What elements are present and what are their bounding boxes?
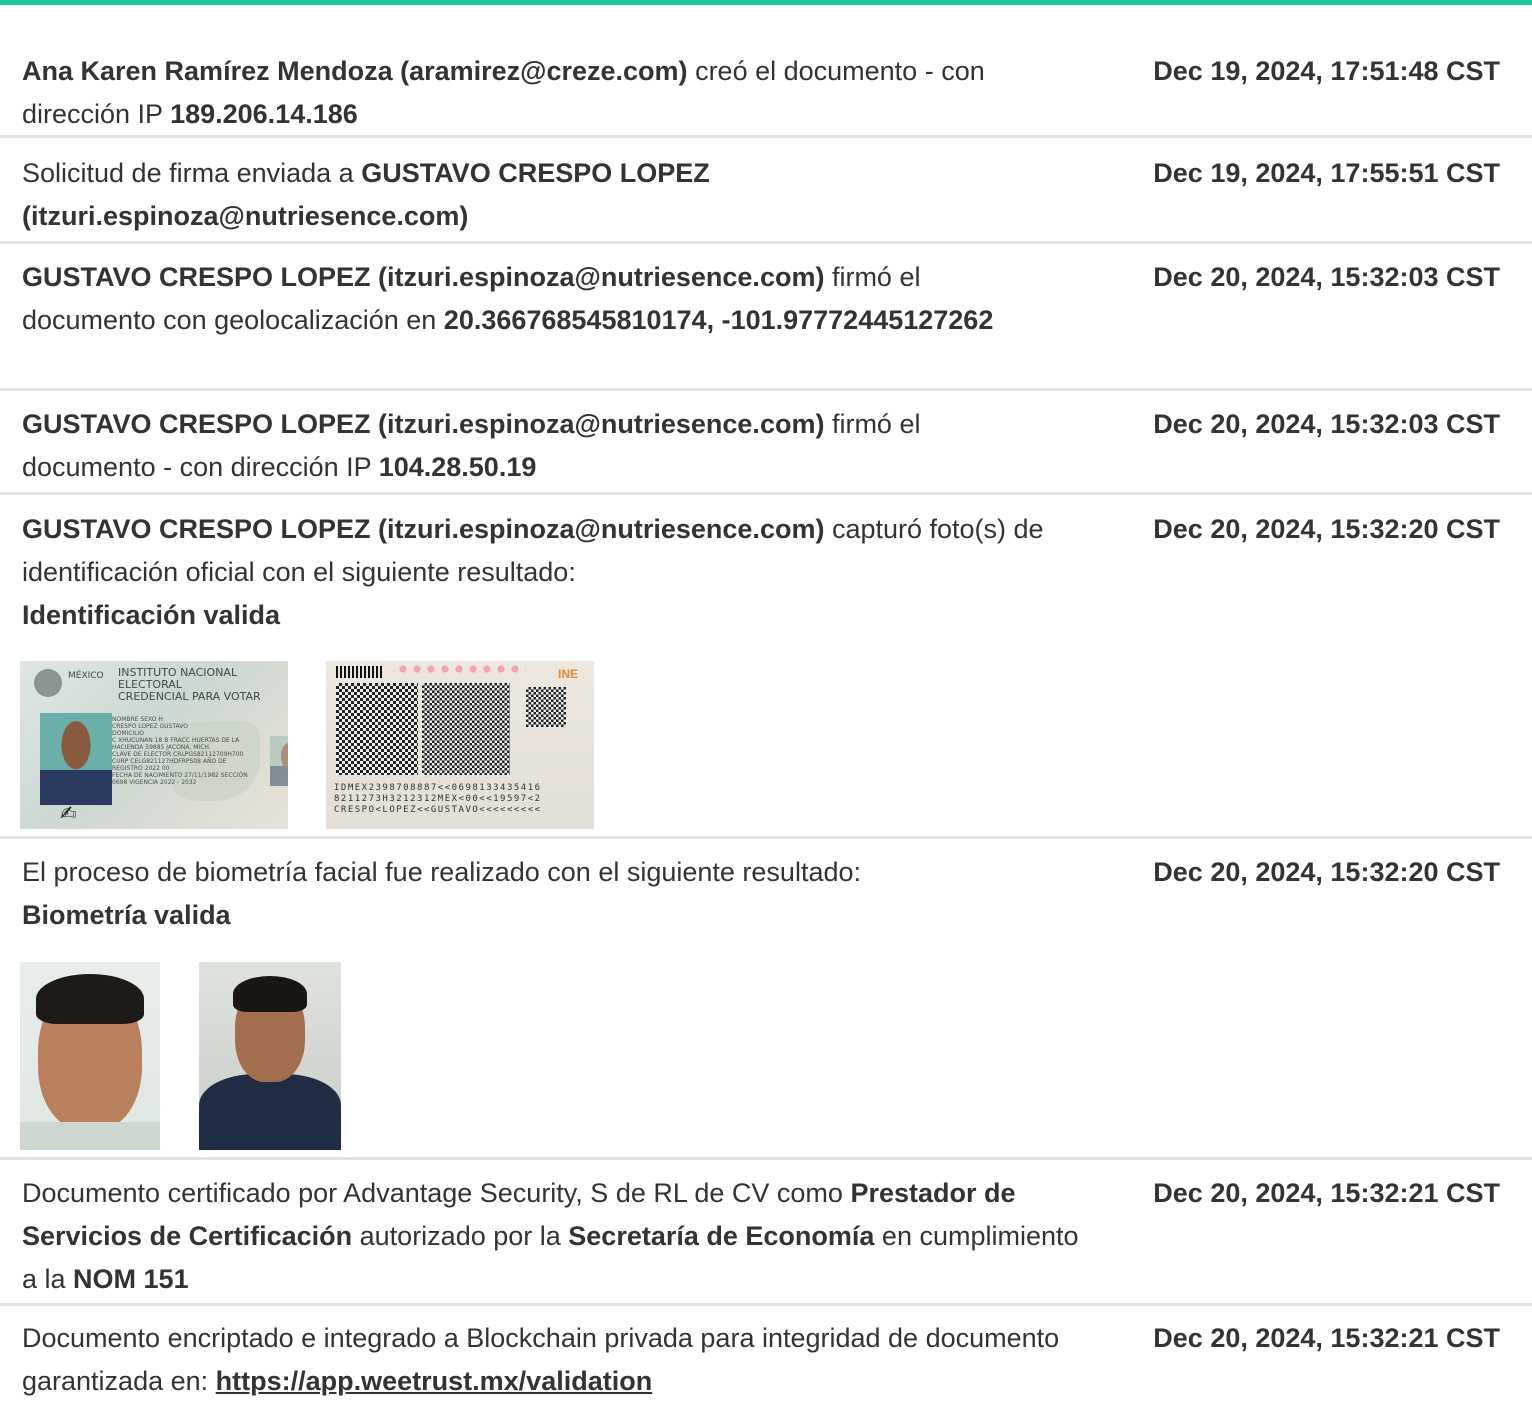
security-pattern (396, 663, 526, 675)
event-row: Documento encriptado e integrado a Block… (0, 1317, 1532, 1405)
event-description: Documento encriptado e integrado a Block… (22, 1323, 1060, 1396)
qr-code-small (526, 687, 566, 727)
validation-link[interactable]: https://app.weetrust.mx/validation (216, 1366, 653, 1396)
event-timestamp: Dec 20, 2024, 15:32:20 CST (1153, 514, 1500, 544)
id-face-image[interactable] (20, 962, 160, 1150)
barcode-icon (336, 666, 384, 678)
selfie-shirt (199, 1074, 341, 1150)
event-timestamp: Dec 20, 2024, 15:32:21 CST (1153, 1178, 1500, 1208)
event-timestamp: Dec 19, 2024, 17:51:48 CST (1153, 56, 1500, 86)
face-shirt (20, 1122, 160, 1150)
event-timestamp: Dec 19, 2024, 17:55:51 CST (1153, 158, 1500, 188)
event-description: GUSTAVO CRESPO LOPEZ (itzuri.espinoza@nu… (22, 514, 1044, 630)
event-description: GUSTAVO CRESPO LOPEZ (itzuri.espinoza@nu… (22, 262, 994, 335)
event-timestamp: Dec 20, 2024, 15:32:21 CST (1153, 1323, 1500, 1353)
event-timestamp: Dec 20, 2024, 15:32:03 CST (1153, 262, 1500, 292)
qr-code-left (336, 683, 418, 775)
ine-logo: INE (558, 667, 579, 681)
event-description: Documento certificado por Advantage Secu… (22, 1178, 1079, 1294)
selfie-hair (233, 976, 307, 1012)
id-country: MÉXICO (68, 671, 104, 681)
face-hair (36, 974, 144, 1024)
event-description: Solicitud de firma enviada a GUSTAVO CRE… (22, 158, 710, 231)
id-front-image[interactable]: MÉXICO INSTITUTO NACIONAL ELECTORAL CREDE… (20, 661, 288, 829)
id-back-image[interactable]: INE IDMEX2398708887<<0698133435416 82112… (326, 661, 594, 829)
signature-mark: ✍ (60, 803, 77, 825)
event-row: GUSTAVO CRESPO LOPEZ (itzuri.espinoza@nu… (0, 508, 1532, 839)
event-row: Ana Karen Ramírez Mendoza (aramirez@crez… (0, 50, 1532, 138)
id-institute: INSTITUTO NACIONAL ELECTORAL CREDENCIAL P… (118, 666, 261, 703)
mrz-lines: IDMEX2398708887<<0698133435416 8211273H3… (334, 783, 542, 815)
event-row: GUSTAVO CRESPO LOPEZ (itzuri.espinoza@nu… (0, 256, 1532, 391)
event-row: GUSTAVO CRESPO LOPEZ (itzuri.espinoza@nu… (0, 403, 1532, 495)
event-timestamp: Dec 20, 2024, 15:32:03 CST (1153, 409, 1500, 439)
selfie-image[interactable] (199, 962, 341, 1150)
seal-icon (34, 669, 62, 697)
id-text-fields: NOMBRE SEXO H CRESPO LOPEZ GUSTAVO DOMIC… (112, 716, 248, 786)
id-portrait (40, 713, 112, 805)
event-row: El proceso de biometría facial fue reali… (0, 851, 1532, 1160)
event-timestamp: Dec 20, 2024, 15:32:20 CST (1153, 857, 1500, 887)
id-ghost-portrait (270, 736, 288, 786)
event-description: Ana Karen Ramírez Mendoza (aramirez@crez… (22, 56, 985, 129)
event-row: Solicitud de firma enviada a GUSTAVO CRE… (0, 152, 1532, 244)
accent-top-bar (0, 0, 1532, 5)
event-row: Documento certificado por Advantage Secu… (0, 1172, 1532, 1306)
event-description: El proceso de biometría facial fue reali… (22, 857, 861, 930)
event-description: GUSTAVO CRESPO LOPEZ (itzuri.espinoza@nu… (22, 409, 921, 482)
qr-code-center (422, 683, 510, 775)
